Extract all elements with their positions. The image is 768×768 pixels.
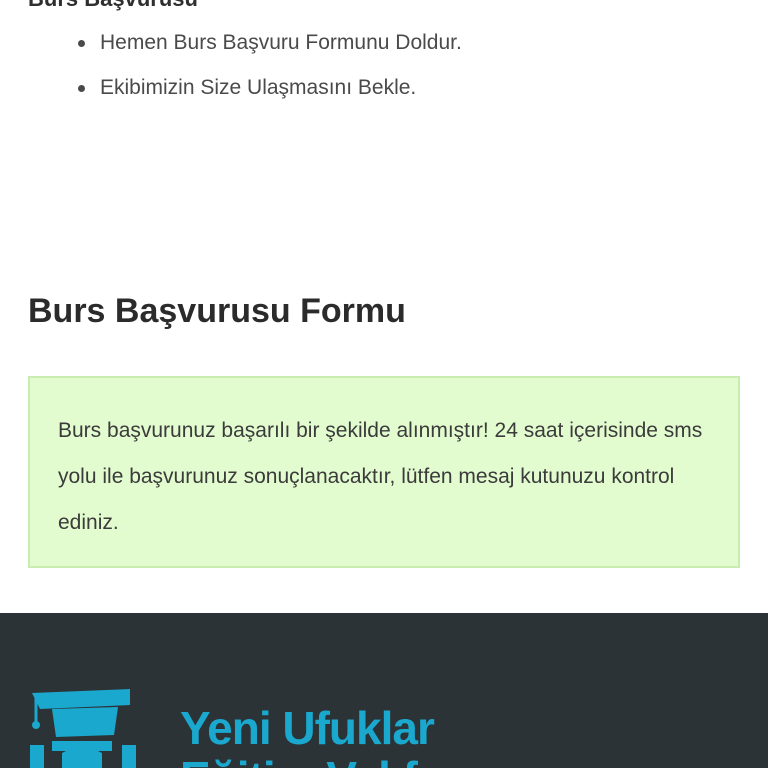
success-message-box: Burs başvurunuz başarılı bir şekilde alı… (28, 376, 740, 568)
logo-text: Yeni Ufuklar (180, 702, 435, 754)
bullet-icon (78, 39, 85, 47)
bullet-icon (78, 84, 85, 92)
step-label: Ekibimizin Size Ulaşmasını Bekle. (100, 76, 417, 99)
graduation-cap-icon (22, 683, 152, 768)
section-heading: Burs Başvurusu (28, 0, 198, 12)
step-label: Hemen Burs Başvuru Formunu Doldur. (100, 31, 462, 54)
site-footer: Yeni Ufuklar Eğitim Vakfı (0, 613, 768, 768)
logo-text-secondary: Eğitim Vakfı (180, 751, 430, 768)
success-message: Burs başvurunuz başarılı bir şekilde alı… (58, 419, 703, 534)
list-item: Ekibimizin Size Ulaşmasını Bekle. (78, 73, 416, 103)
list-item: Hemen Burs Başvuru Formunu Doldur. (78, 28, 462, 58)
form-title: Burs Başvurusu Formu (28, 292, 406, 330)
